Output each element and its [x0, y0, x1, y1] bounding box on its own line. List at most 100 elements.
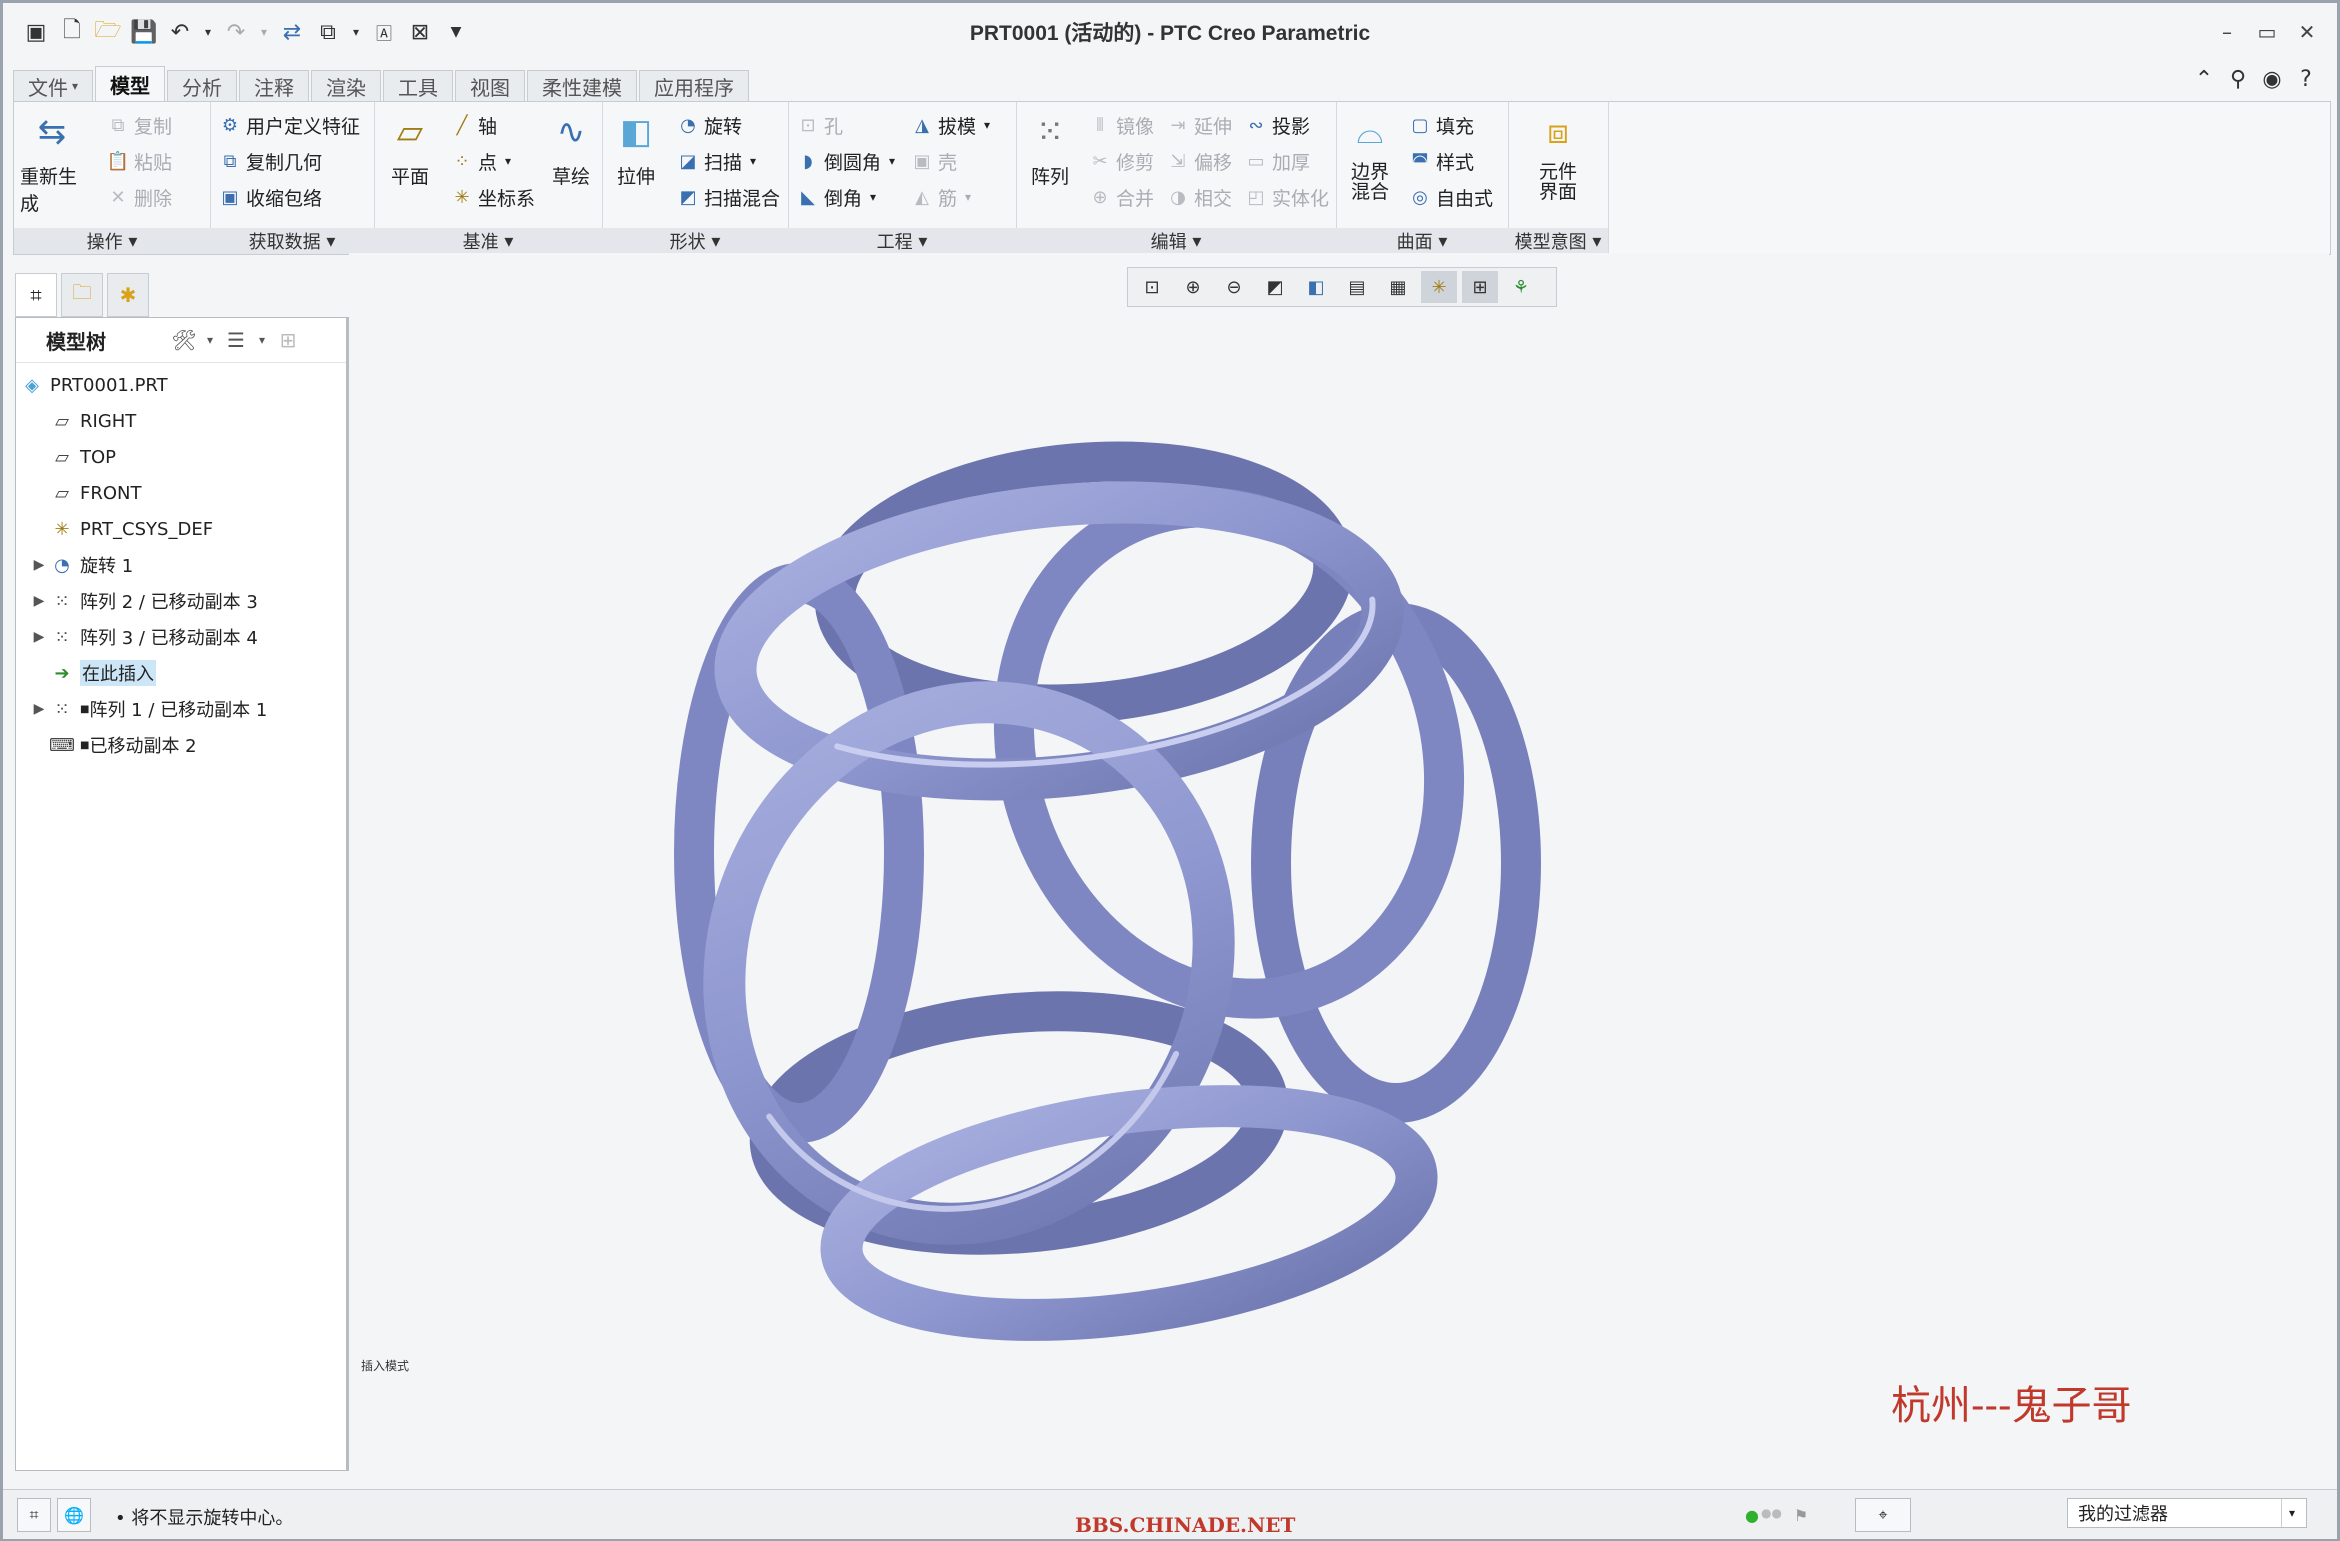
- shell-button[interactable]: ▣ 壳: [910, 146, 957, 176]
- group-engineering-label[interactable]: 工程 ▾: [788, 228, 1016, 254]
- find-icon[interactable]: ⌖: [1855, 1498, 1911, 1532]
- tree-item-insert-here[interactable]: ➔ 在此插入: [50, 658, 156, 688]
- saved-orientations-icon[interactable]: ▤: [1339, 271, 1375, 303]
- draft-button[interactable]: ◮ 拔模 ▾: [910, 110, 990, 140]
- tab-view[interactable]: 视图: [455, 70, 526, 101]
- project-button[interactable]: ∾ 投影: [1244, 110, 1310, 140]
- tree-item-right[interactable]: ▱ RIGHT: [50, 406, 136, 436]
- graphics-window[interactable]: [349, 253, 2329, 1488]
- csys-button[interactable]: ✳ 坐标系: [450, 182, 535, 212]
- zoom-in-icon[interactable]: ⊕: [1175, 271, 1211, 303]
- tab-file[interactable]: 文件 ▾: [13, 70, 94, 101]
- boundary-blend-button[interactable]: ⌓ 边界混合: [1342, 108, 1398, 202]
- swept-blend-button[interactable]: ◩ 扫描混合: [676, 182, 780, 212]
- search-icon[interactable]: ⚲: [2221, 63, 2255, 95]
- view-manager-icon[interactable]: ▦: [1380, 271, 1416, 303]
- chamfer-button[interactable]: ◣ 倒角 ▾: [796, 182, 876, 212]
- show-list-icon[interactable]: ☰: [218, 324, 254, 356]
- expand-icon[interactable]: ▶: [28, 629, 50, 645]
- tree-item-revolve[interactable]: ▶ ◔ 旋转 1: [28, 550, 134, 580]
- copy-button[interactable]: ⧉ 复制: [106, 110, 172, 140]
- hole-button[interactable]: ⊡ 孔: [796, 110, 843, 140]
- browser-icon[interactable]: 🌐: [57, 1498, 91, 1532]
- axis-button[interactable]: ╱ 轴: [450, 110, 497, 140]
- favorites-tab-icon[interactable]: ✱: [107, 273, 149, 317]
- delete-button[interactable]: ✕ 删除: [106, 182, 172, 212]
- round-button[interactable]: ◗ 倒圆角 ▾: [796, 146, 895, 176]
- tab-applications[interactable]: 应用程序: [639, 70, 750, 101]
- filter-icon[interactable]: ⊞: [270, 324, 306, 356]
- tree-item-pattern-1[interactable]: ▶ ⁙ ■ 阵列 1 / 已移动副本 1: [28, 694, 268, 724]
- flag-icon[interactable]: ⚑: [1794, 1506, 1808, 1525]
- tab-model[interactable]: 模型: [95, 66, 166, 101]
- fill-button[interactable]: ▢ 填充: [1408, 110, 1474, 140]
- tab-flexible-modeling[interactable]: 柔性建模: [527, 70, 638, 101]
- minimize-icon[interactable]: –: [2207, 17, 2247, 47]
- repaint-icon[interactable]: ◩: [1257, 271, 1293, 303]
- close-icon[interactable]: ✕: [2287, 17, 2327, 47]
- spin-center-icon[interactable]: ⚘: [1503, 271, 1539, 303]
- merge-button[interactable]: ⊕ 合并: [1088, 182, 1154, 212]
- community-icon[interactable]: ◉: [2255, 63, 2289, 95]
- style-button[interactable]: ◚ 样式: [1408, 146, 1474, 176]
- group-editing-label[interactable]: 编辑 ▾: [1016, 228, 1336, 254]
- paste-button[interactable]: 📋 粘贴: [106, 146, 172, 176]
- toggle-navigator-icon[interactable]: ⌗: [17, 1498, 51, 1532]
- pattern-button[interactable]: ⁙ 阵列: [1024, 108, 1076, 189]
- selection-filter-dropdown[interactable]: 我的过滤器 ▾: [2067, 1498, 2307, 1528]
- settings-icon[interactable]: 🛠: [166, 324, 202, 356]
- rib-button[interactable]: ◭ 筋 ▾: [910, 182, 971, 212]
- copy-geometry-button[interactable]: ⧉ 复制几何: [218, 146, 322, 176]
- refit-icon[interactable]: ⊡: [1134, 271, 1170, 303]
- extrude-button[interactable]: ◧ 拉伸: [610, 108, 662, 189]
- mirror-button[interactable]: ⫴ 镜像: [1088, 110, 1154, 140]
- shrinkwrap-button[interactable]: ▣ 收缩包络: [218, 182, 322, 212]
- expand-icon[interactable]: ▶: [28, 593, 50, 609]
- datum-display-filters-icon[interactable]: ✳: [1421, 271, 1457, 303]
- plane-button[interactable]: ▱ 平面: [384, 108, 436, 189]
- chevron-down-icon[interactable]: ▾: [254, 324, 270, 356]
- thicken-button[interactable]: ▭ 加厚: [1244, 146, 1310, 176]
- maximize-icon[interactable]: ▭: [2247, 17, 2287, 47]
- tree-item-pattern-3[interactable]: ▶ ⁙ 阵列 3 / 已移动副本 4: [28, 622, 258, 652]
- intersect-button[interactable]: ◑ 相交: [1166, 182, 1232, 212]
- group-operations-label[interactable]: 操作 ▾: [14, 228, 210, 254]
- sketch-button[interactable]: ∿ 草绘: [546, 108, 596, 189]
- display-style-icon[interactable]: ◧: [1298, 271, 1334, 303]
- tree-item-part[interactable]: ◈ PRT0001.PRT: [20, 370, 168, 400]
- regenerate-button[interactable]: ⇆ 重新生成: [20, 108, 84, 216]
- component-interface-button[interactable]: ⧈ 元件界面: [1528, 108, 1588, 202]
- chevron-down-icon[interactable]: ▾: [202, 324, 218, 356]
- sweep-button[interactable]: ◪ 扫描 ▾: [676, 146, 756, 176]
- expand-icon[interactable]: ▶: [28, 557, 50, 573]
- tab-analysis[interactable]: 分析: [167, 70, 238, 101]
- group-datum-label[interactable]: 基准 ▾: [374, 228, 602, 254]
- tree-item-pattern-2[interactable]: ▶ ⁙ 阵列 2 / 已移动副本 3: [28, 586, 258, 616]
- extend-button[interactable]: ⇥ 延伸: [1166, 110, 1232, 140]
- help-icon[interactable]: ?: [2289, 63, 2323, 95]
- group-shapes-label[interactable]: 形状 ▾: [602, 228, 788, 254]
- group-surfaces-label[interactable]: 曲面 ▾: [1336, 228, 1508, 254]
- trim-button[interactable]: ✂ 修剪: [1088, 146, 1154, 176]
- group-get-data-label[interactable]: 获取数据 ▾: [210, 228, 374, 254]
- folder-browser-tab-icon[interactable]: 🗀: [61, 273, 103, 317]
- zoom-out-icon[interactable]: ⊖: [1216, 271, 1252, 303]
- annotation-display-icon[interactable]: ⊞: [1462, 271, 1498, 303]
- offset-button[interactable]: ⇲ 偏移: [1166, 146, 1232, 176]
- freestyle-button[interactable]: ◎ 自由式: [1408, 182, 1493, 212]
- tree-item-moved-copy-2[interactable]: ⌨ ■ 已移动副本 2: [49, 730, 197, 760]
- tree-item-front[interactable]: ▱ FRONT: [50, 478, 141, 508]
- group-model-intent-label[interactable]: 模型意图 ▾: [1508, 228, 1608, 254]
- minimize-ribbon-icon[interactable]: ⌃: [2187, 63, 2221, 95]
- tab-tools[interactable]: 工具: [383, 70, 454, 101]
- revolve-button[interactable]: ◔ 旋转: [676, 110, 742, 140]
- tab-annotate[interactable]: 注释: [239, 70, 310, 101]
- tree-item-csys[interactable]: ✳ PRT_CSYS_DEF: [50, 514, 213, 544]
- point-button[interactable]: ⁘ 点 ▾: [450, 146, 511, 176]
- tab-render[interactable]: 渲染: [311, 70, 382, 101]
- model-viewport[interactable]: [349, 253, 2329, 1488]
- tree-item-top[interactable]: ▱ TOP: [50, 442, 116, 472]
- solidify-button[interactable]: ◰ 实体化: [1244, 182, 1329, 212]
- udf-button[interactable]: ⚙ 用户定义特征: [218, 110, 360, 140]
- expand-icon[interactable]: ▶: [28, 701, 50, 717]
